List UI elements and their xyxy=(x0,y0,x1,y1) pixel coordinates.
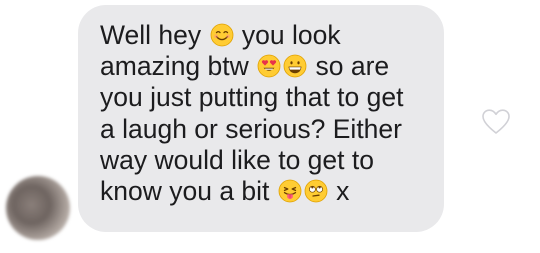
message-line-6: know you a bit x xyxy=(100,176,428,207)
message-line-3: you just putting that to get xyxy=(100,82,404,113)
message-line-5: way would like to get to xyxy=(100,144,374,175)
heart-eyes-emoji-icon xyxy=(257,54,281,78)
message-text: you look xyxy=(234,20,341,50)
message-line-4: a laugh or serious? Either xyxy=(100,113,402,144)
like-button[interactable] xyxy=(479,105,513,139)
message-text: know you a bit xyxy=(100,176,277,207)
grinning-face-emoji-icon xyxy=(283,54,307,78)
rolling-eyes-emoji-icon xyxy=(304,179,328,203)
tongue-out-emoji-icon xyxy=(278,179,302,203)
smiling-face-emoji-icon xyxy=(210,23,233,47)
sender-avatar[interactable] xyxy=(6,176,70,240)
heart-outline-icon xyxy=(482,109,510,134)
message-line-1: Well hey you look xyxy=(100,20,428,51)
message-text: so are xyxy=(308,51,390,82)
incoming-message-bubble[interactable]: Well hey you look amazing btw so are you… xyxy=(78,5,444,232)
message-line-2: amazing btw so are xyxy=(100,51,428,82)
message-text: x xyxy=(328,176,350,207)
message-text: Well hey xyxy=(100,20,209,50)
chat-screen: Well hey you look amazing btw so are you… xyxy=(0,0,540,253)
message-text: amazing btw xyxy=(100,51,257,82)
